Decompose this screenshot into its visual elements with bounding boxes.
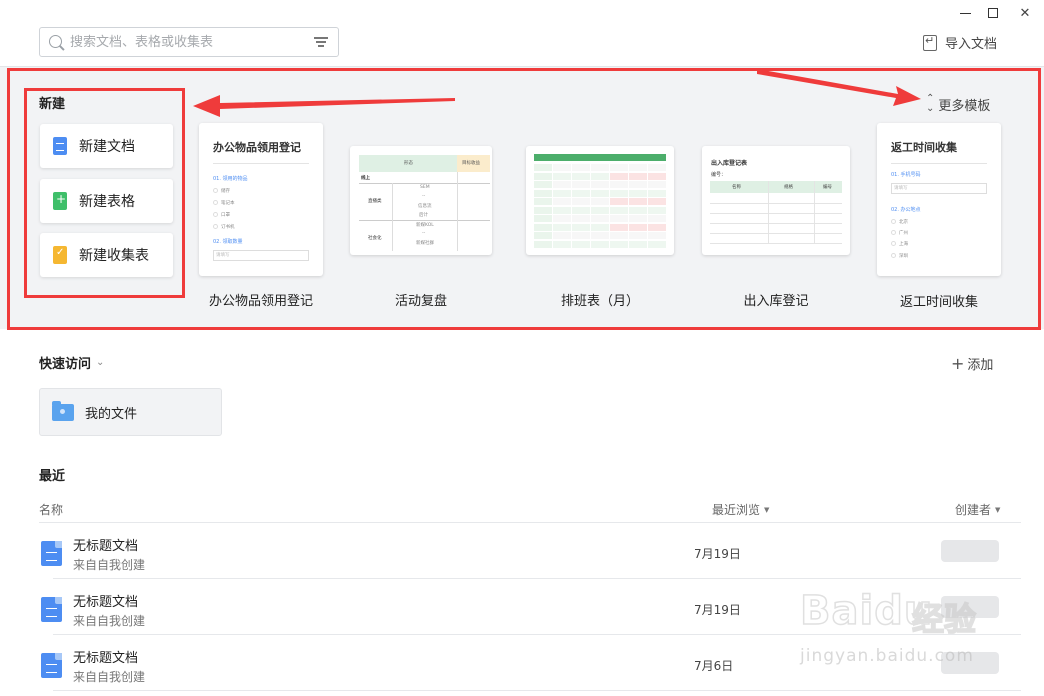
minimize-icon (959, 12, 971, 14)
sort-down-icon: ▼ (764, 505, 770, 514)
watermark: Baidu 经验 jingyan.baidu.com (799, 580, 1040, 690)
import-document-button[interactable]: 导入文档 (923, 33, 997, 52)
annotation-highlight-box (24, 88, 185, 298)
plus-icon: + (951, 354, 965, 373)
column-header-label: 最近浏览 (712, 503, 761, 517)
folder-icon (52, 400, 74, 421)
watermark-brand-cn: 经验 (911, 599, 977, 639)
creator-avatar (941, 540, 999, 562)
maximize-button[interactable] (981, 4, 1005, 22)
table-row[interactable]: 无标题文档 来自自我创建 7月19日 (39, 523, 1021, 579)
my-files-shortcut[interactable]: 我的文件 (39, 388, 222, 436)
add-quick-access-button[interactable]: + 添加 (951, 354, 993, 373)
chevron-down-icon: ⌄ (96, 357, 105, 368)
app-window: ✕ 导入文档 新建 新建文档 新建表格 新建收集表 ⌃⌄ 更多模板 办公物品领用… (0, 0, 1044, 696)
quick-access-title: 快速访问 (39, 357, 92, 372)
sort-down-icon: ▼ (995, 505, 1001, 514)
doc-browsed-date: 7月19日 (694, 547, 741, 561)
doc-title: 无标题文档 (73, 651, 139, 666)
doc-file-icon (41, 653, 62, 678)
doc-file-icon (41, 597, 62, 622)
add-label: 添加 (967, 358, 994, 373)
watermark-url: jingyan.baidu.com (800, 646, 974, 666)
quick-access-toggle[interactable]: 快速访问 ⌄ (39, 353, 104, 372)
import-icon (923, 34, 937, 51)
search-box[interactable] (39, 27, 339, 57)
doc-browsed-date: 7月19日 (694, 603, 741, 617)
close-icon: ✕ (1019, 5, 1031, 21)
doc-title: 无标题文档 (73, 539, 139, 554)
column-header-name: 名称 (39, 501, 63, 518)
minimize-button[interactable] (953, 4, 977, 22)
maximize-icon (988, 8, 998, 18)
column-header-label: 名称 (39, 503, 64, 517)
import-label: 导入文档 (945, 37, 998, 52)
doc-source: 来自自我创建 (73, 670, 146, 684)
doc-source: 来自自我创建 (73, 558, 146, 572)
recent-section-title: 最近 (39, 469, 66, 484)
close-button[interactable]: ✕ (1013, 4, 1037, 22)
my-files-label: 我的文件 (85, 406, 138, 422)
column-header-creator[interactable]: 创建者 ▼ (955, 501, 1000, 518)
filter-icon[interactable] (314, 37, 328, 48)
column-header-label: 创建者 (955, 503, 992, 517)
row-divider (53, 690, 1021, 691)
search-icon (49, 35, 62, 48)
doc-title: 无标题文档 (73, 595, 139, 610)
doc-source: 来自自我创建 (73, 614, 146, 628)
search-input[interactable] (70, 32, 300, 52)
doc-file-icon (41, 541, 62, 566)
column-header-browsed[interactable]: 最近浏览 ▼ (712, 501, 769, 518)
doc-browsed-date: 7月6日 (694, 659, 734, 673)
